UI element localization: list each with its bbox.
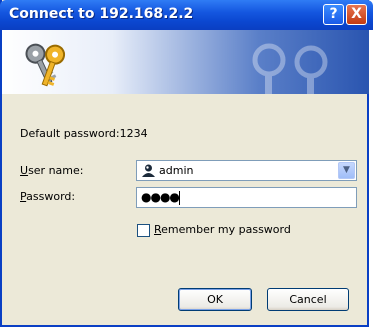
close-icon: X	[351, 6, 362, 22]
password-input[interactable]: ●●●●	[136, 187, 357, 208]
keys-icon	[25, 43, 66, 87]
password-masked-value: ●●●●	[141, 190, 180, 204]
text-caret	[179, 191, 180, 205]
user-account-icon	[142, 164, 155, 177]
window-title: Connect to 192.168.2.2	[9, 6, 194, 22]
chevron-down-icon: ▼	[343, 165, 350, 175]
title-bar[interactable]: Connect to 192.168.2.2 ? X	[0, 0, 373, 30]
remember-password-text: emember my password	[161, 223, 291, 236]
banner-keys-watermark	[252, 43, 328, 94]
username-value: admin	[159, 164, 194, 177]
username-combobox[interactable]: admin ▼	[136, 160, 357, 181]
password-label-text: assword:	[26, 190, 76, 203]
dialog-banner	[2, 30, 369, 94]
password-label: Password:	[20, 190, 75, 203]
username-label: User name:	[20, 164, 83, 177]
cancel-button[interactable]: Cancel	[267, 288, 349, 311]
remember-password-label[interactable]: Remember my password	[154, 223, 291, 236]
ok-button[interactable]: OK	[178, 288, 252, 311]
close-button[interactable]: X	[346, 4, 367, 25]
default-password-hint: Default password:1234	[20, 127, 148, 140]
help-button[interactable]: ?	[323, 4, 344, 25]
username-label-text: ser name:	[28, 164, 84, 177]
username-dropdown-button[interactable]: ▼	[338, 162, 355, 179]
username-label-accelerator: U	[20, 164, 29, 177]
help-icon: ?	[329, 6, 338, 22]
remember-password-checkbox[interactable]	[137, 224, 150, 237]
